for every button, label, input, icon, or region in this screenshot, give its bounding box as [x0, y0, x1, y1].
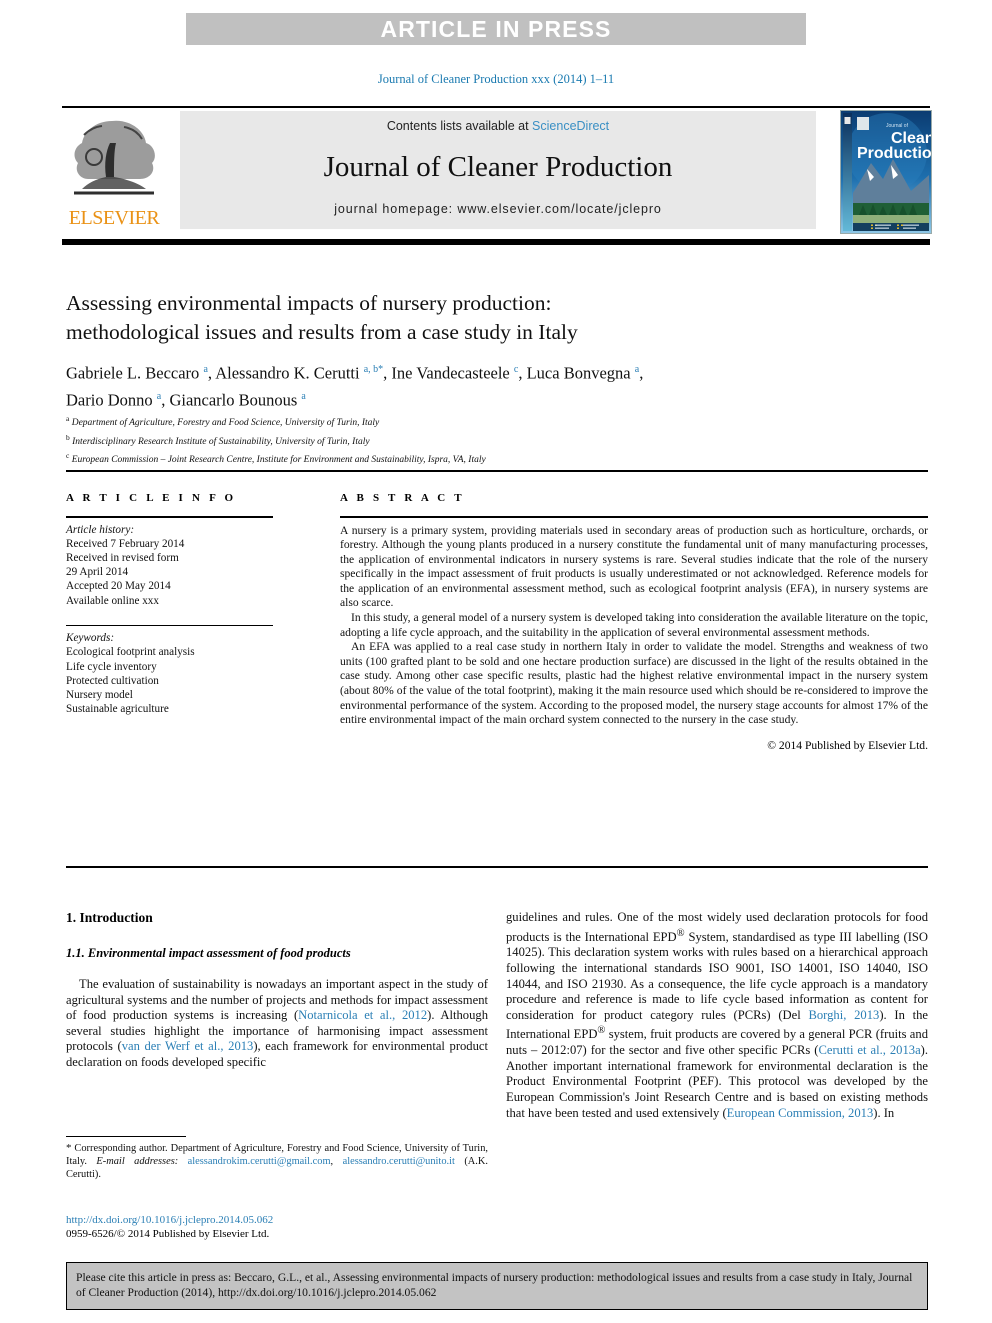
footnote-block: * Corresponding author. Department of Ag… — [66, 1142, 488, 1182]
svg-text:Production: Production — [857, 145, 931, 162]
citation-link[interactable]: Cerutti et al., 2013a — [818, 1043, 920, 1057]
running-head: Journal of Cleaner Production xxx (2014)… — [377, 72, 615, 86]
affiliation-mark: a — [301, 390, 306, 402]
affiliation-mark: c — [66, 451, 70, 461]
affiliation-item: b Interdisciplinary Research Institute o… — [66, 431, 926, 450]
body-column-right: guidelines and rules. One of the most wi… — [506, 910, 928, 1121]
history-item: Received in revised form — [66, 551, 179, 564]
author-sep-3: , Luca Bonvegna — [518, 363, 635, 383]
title-line-2: methodological issues and results from a… — [66, 320, 578, 344]
article-history-block: Article history: Received 7 February 201… — [66, 523, 276, 608]
contents-lists-line: Contents lists available at ScienceDirec… — [387, 119, 609, 133]
citation-link[interactable]: Borghi, 2013 — [808, 1008, 879, 1022]
affiliation-mark: b — [66, 432, 70, 442]
abstract-paragraph: An EFA was applied to a real case study … — [340, 640, 928, 727]
abstract-bottom-rule — [66, 866, 928, 868]
footnote-rule — [66, 1136, 186, 1138]
author-sep-4: , — [639, 363, 644, 383]
body-column-left: 1. Introduction 1.1. Environmental impac… — [66, 910, 488, 1071]
email-addresses-label: E-mail addresses: — [96, 1156, 179, 1168]
email-link-secondary[interactable]: alessandro.cerutti@unito.it — [343, 1156, 455, 1167]
email-link-primary[interactable]: alessandrokim.cerutti@gmail.com — [188, 1156, 331, 1167]
journal-cover-image: Journal of Cleaner Production — [841, 111, 931, 233]
header-heavy-rule — [62, 239, 930, 245]
keyword-item: Nursery model — [66, 689, 133, 702]
author-sep-2: , Ine Vandecasteele — [383, 363, 514, 383]
doi-link[interactable]: http://dx.doi.org/10.1016/j.jclepro.2014… — [66, 1214, 273, 1226]
affiliation-text: European Commission – Joint Research Cen… — [71, 455, 486, 466]
affiliation-text: Department of Agriculture, Forestry and … — [71, 418, 380, 429]
email-separator: , — [330, 1156, 343, 1168]
body-paragraph-right: guidelines and rules. One of the most wi… — [506, 910, 928, 1121]
citation-link[interactable]: European Commission, 2013 — [727, 1106, 874, 1120]
header-top-rule — [62, 106, 930, 108]
abstract-heading: A B S T R A C T — [340, 492, 465, 504]
article-info-column: Article history: Received 7 February 201… — [66, 516, 276, 716]
citation-link[interactable]: van der Werf et al., 2013 — [122, 1039, 254, 1053]
keywords-label: Keywords: — [66, 632, 115, 645]
article-info-heading: A R T I C L E I N F O — [66, 492, 237, 504]
author-5: Dario Donno — [66, 390, 157, 409]
elsevier-logo: ELSEVIER — [62, 111, 166, 231]
article-history-label: Article history: — [66, 523, 135, 536]
registered-mark: ® — [676, 927, 685, 939]
body-paragraph-left: The evaluation of sustainability is nowa… — [66, 977, 488, 1071]
history-item: 29 April 2014 — [66, 566, 129, 579]
elsevier-wordmark: ELSEVIER — [68, 207, 160, 229]
issn-copyright-line: 0959-6526/© 2014 Published by Elsevier L… — [66, 1228, 270, 1240]
cite-this-article-box: Please cite this article in press as: Be… — [66, 1262, 928, 1310]
abstract-paragraph: A nursery is a primary system, providing… — [340, 523, 928, 610]
keyword-item: Sustainable agriculture — [66, 703, 169, 716]
article-in-press-banner: ARTICLE IN PRESS — [186, 13, 806, 45]
citation-link[interactable]: Notarnicola et al., 2012 — [298, 1008, 427, 1022]
keywords-block: Keywords: Ecological footprint analysis … — [66, 631, 276, 716]
author-sep-5: , Giancarlo Bounous — [161, 390, 302, 409]
affiliation-mark: a, b — [363, 364, 379, 375]
journal-title: Journal of Cleaner Production — [323, 151, 673, 183]
title-line-1: Assessing environmental impacts of nurse… — [66, 291, 552, 315]
author-list: Gabriele L. Beccaro a , Alessandro K. Cer… — [66, 358, 926, 411]
history-item: Available online xxx — [66, 594, 159, 607]
abstract-rule — [340, 516, 928, 518]
abstract-copyright: © 2014 Published by Elsevier Ltd. — [767, 738, 928, 752]
affiliation-list: a Department of Agriculture, Forestry an… — [66, 412, 926, 468]
journal-homepage-line: journal homepage: www.elsevier.com/locat… — [334, 202, 662, 216]
section-heading-introduction: 1. Introduction — [66, 910, 153, 925]
cite-this-article-text: Please cite this article in press as: Be… — [76, 1271, 913, 1299]
affiliation-item: a Department of Agriculture, Forestry an… — [66, 412, 926, 431]
abstract-paragraph: In this study, a general model of a nurs… — [340, 611, 928, 639]
history-item: Received 7 February 2014 — [66, 537, 185, 550]
journal-header: ELSEVIER Contents lists available at Sci… — [62, 106, 932, 234]
history-item: Accepted 20 May 2014 — [66, 580, 171, 593]
page-title: Assessing environmental impacts of nurse… — [66, 289, 926, 347]
svg-text:Journal of: Journal of — [886, 123, 909, 129]
keyword-item: Ecological footprint analysis — [66, 646, 195, 659]
affiliation-item: c European Commission – Joint Research C… — [66, 449, 926, 468]
keyword-item: Life cycle inventory — [66, 660, 157, 673]
author-1: Gabriele L. Beccaro — [66, 363, 204, 383]
article-info-rule — [66, 516, 273, 518]
affiliation-text: Interdisciplinary Research Institute of … — [72, 436, 370, 447]
info-section-top-rule — [66, 470, 928, 472]
paragraph-text: ). In — [873, 1105, 895, 1120]
keywords-rule — [66, 624, 273, 627]
keyword-item: Protected cultivation — [66, 674, 159, 687]
journal-title-panel: Contents lists available at ScienceDirec… — [180, 111, 816, 229]
author-sep-1: , Alessandro K. Cerutti — [207, 363, 364, 383]
abstract-column: A nursery is a primary system, providing… — [340, 516, 928, 752]
elsevier-tree-icon — [74, 120, 155, 195]
sciencedirect-link[interactable]: ScienceDirect — [532, 119, 609, 133]
subsection-heading-1-1: 1.1. Environmental impact assessment of … — [66, 946, 351, 960]
contents-lists-prefix: Contents lists available at — [386, 119, 533, 133]
article-in-press-label: ARTICLE IN PRESS — [380, 15, 612, 42]
doi-block: http://dx.doi.org/10.1016/j.jclepro.2014… — [66, 1213, 496, 1241]
journal-cover-thumbnail[interactable]: Journal of Cleaner Production — [840, 110, 932, 234]
affiliation-mark: a — [66, 414, 70, 423]
